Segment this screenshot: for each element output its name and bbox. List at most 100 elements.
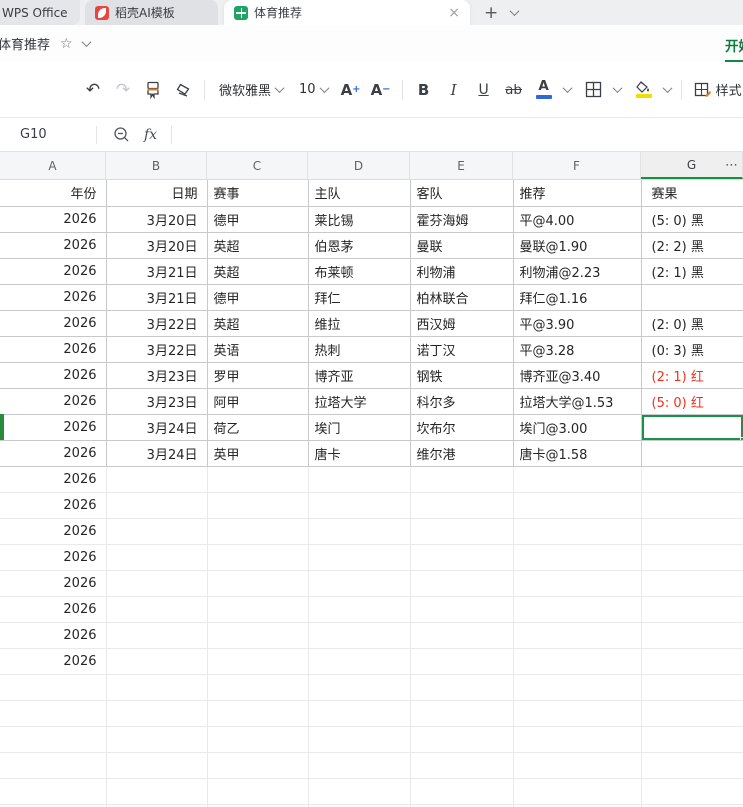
cell-C8[interactable]: 罗甲 (207, 362, 309, 389)
fill-color-icon[interactable] (629, 75, 659, 105)
cell-E24[interactable] (410, 778, 514, 805)
cell-E3[interactable]: 曼联 (410, 232, 514, 259)
cell-G4[interactable]: (2: 1) 黑 (641, 258, 743, 285)
tab-wps-office[interactable]: WPS Office (0, 0, 80, 25)
cell-D13[interactable] (308, 492, 411, 519)
cell-A15[interactable]: 2026 (0, 544, 107, 571)
font-color-button[interactable]: A (529, 75, 559, 105)
cell-G17[interactable] (641, 596, 743, 623)
cell-C21[interactable] (207, 700, 309, 727)
cell-B16[interactable] (106, 570, 208, 597)
italic-button[interactable]: I (439, 75, 469, 105)
cell-E16[interactable] (410, 570, 514, 597)
cell-G22[interactable] (641, 726, 743, 753)
cell-D20[interactable] (308, 674, 411, 701)
eraser-icon[interactable] (168, 75, 198, 105)
cell-B18[interactable] (106, 622, 208, 649)
cell-E6[interactable]: 西汉姆 (410, 310, 514, 337)
cell-D7[interactable]: 热刺 (308, 336, 411, 363)
borders-icon[interactable] (579, 75, 609, 105)
cell-C23[interactable] (207, 752, 309, 779)
cell-C6[interactable]: 英超 (207, 310, 309, 337)
cell-D14[interactable] (308, 518, 411, 545)
cell-D24[interactable] (308, 778, 411, 805)
fill-color-chevron-icon[interactable] (662, 83, 673, 94)
cell-F14[interactable] (513, 518, 642, 545)
cell-A11[interactable]: 2026 (0, 440, 107, 467)
cell-A1[interactable]: 年份 (0, 180, 107, 207)
cell-E17[interactable] (410, 596, 514, 623)
cell-D1[interactable]: 主队 (308, 180, 411, 207)
cell-B7[interactable]: 3月22日 (106, 336, 208, 363)
cell-B6[interactable]: 3月22日 (106, 310, 208, 337)
format-painter-icon[interactable] (138, 75, 168, 105)
insert-function-icon[interactable]: fx (144, 127, 157, 143)
cell-G10[interactable] (641, 414, 743, 441)
cell-A7[interactable]: 2026 (0, 336, 107, 363)
cell-B22[interactable] (106, 726, 208, 753)
cell-E20[interactable] (410, 674, 514, 701)
cell-A16[interactable]: 2026 (0, 570, 107, 597)
cell-G13[interactable] (641, 492, 743, 519)
cell-F13[interactable] (513, 492, 642, 519)
cell-B4[interactable]: 3月21日 (106, 258, 208, 285)
cell-D10[interactable]: 埃门 (308, 414, 411, 441)
cell-B11[interactable]: 3月24日 (106, 440, 208, 467)
new-tab-button[interactable]: + (484, 3, 498, 23)
more-options-icon[interactable]: ⋯ (725, 158, 739, 173)
cell-E23[interactable] (410, 752, 514, 779)
cell-A12[interactable]: 2026 (0, 466, 107, 493)
cell-C13[interactable] (207, 492, 309, 519)
cell-A22[interactable] (0, 726, 107, 753)
cell-C18[interactable] (207, 622, 309, 649)
cell-C12[interactable] (207, 466, 309, 493)
cell-G14[interactable] (641, 518, 743, 545)
cell-F24[interactable] (513, 778, 642, 805)
cell-A3[interactable]: 2026 (0, 232, 107, 259)
cell-A4[interactable]: 2026 (0, 258, 107, 285)
cell-E7[interactable]: 诺丁汉 (410, 336, 514, 363)
cell-F22[interactable] (513, 726, 642, 753)
cell-B21[interactable] (106, 700, 208, 727)
cell-D17[interactable] (308, 596, 411, 623)
cell-G3[interactable]: (2: 2) 黑 (641, 232, 743, 259)
column-header-C[interactable]: C (207, 152, 308, 179)
cell-B24[interactable] (106, 778, 208, 805)
cell-D15[interactable] (308, 544, 411, 571)
cell-F12[interactable] (513, 466, 642, 493)
cell-E18[interactable] (410, 622, 514, 649)
cell-G24[interactable] (641, 778, 743, 805)
cell-E8[interactable]: 钢铁 (410, 362, 514, 389)
redo-icon[interactable]: ↷ (108, 75, 138, 105)
cell-A10[interactable]: 2026 (0, 414, 107, 441)
decrease-font-button[interactable]: A − (366, 75, 396, 105)
tab-sports-sheet-active[interactable]: 体育推荐 × (224, 0, 470, 25)
cell-E13[interactable] (410, 492, 514, 519)
cell-D2[interactable]: 莱比锡 (308, 206, 411, 233)
cell-F10[interactable]: 埃门@3.00 (513, 414, 642, 441)
cell-D4[interactable]: 布莱顿 (308, 258, 411, 285)
cell-D19[interactable] (308, 648, 411, 675)
cell-D16[interactable] (308, 570, 411, 597)
cell-A14[interactable]: 2026 (0, 518, 107, 545)
cell-B9[interactable]: 3月23日 (106, 388, 208, 415)
star-favorite-icon[interactable]: ☆ (60, 36, 73, 52)
cell-D3[interactable]: 伯恩茅 (308, 232, 411, 259)
cell-F15[interactable] (513, 544, 642, 571)
cell-F19[interactable] (513, 648, 642, 675)
cell-A24[interactable] (0, 778, 107, 805)
cell-D5[interactable]: 拜仁 (308, 284, 411, 311)
collapse-formula-bar-icon[interactable] (113, 126, 130, 143)
cell-C9[interactable]: 阿甲 (207, 388, 309, 415)
cell-E2[interactable]: 霍芬海姆 (410, 206, 514, 233)
cell-D9[interactable]: 拉塔大学 (308, 388, 411, 415)
undo-icon[interactable]: ↶ (78, 75, 108, 105)
cell-C10[interactable]: 荷乙 (207, 414, 309, 441)
cell-G9[interactable]: (5: 0) 红 (641, 388, 743, 415)
column-header-A[interactable]: A (0, 152, 106, 179)
cell-C7[interactable]: 英语 (207, 336, 309, 363)
cell-G16[interactable] (641, 570, 743, 597)
cell-B12[interactable] (106, 466, 208, 493)
cell-F2[interactable]: 平@4.00 (513, 206, 642, 233)
column-header-F[interactable]: F (513, 152, 641, 179)
